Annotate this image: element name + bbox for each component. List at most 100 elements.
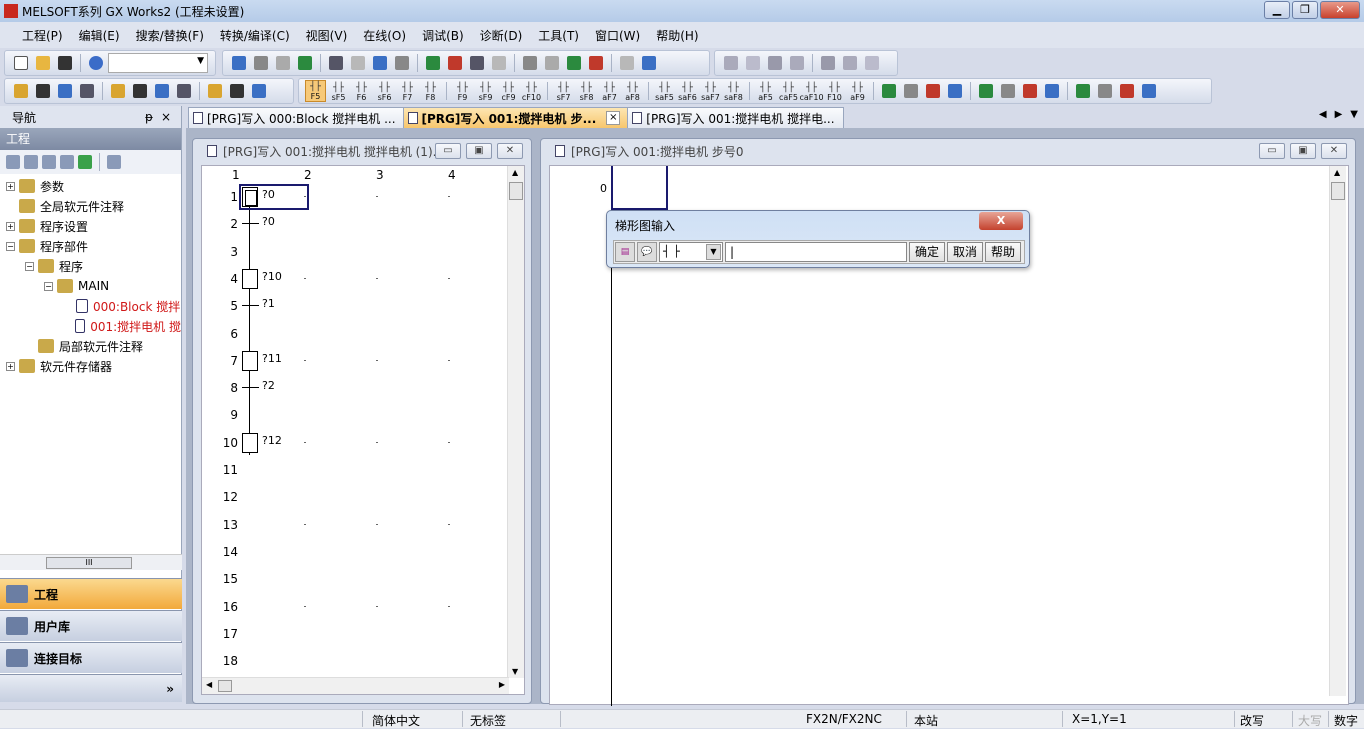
toolbar-button-icon[interactable] [520,53,540,73]
toolbar-button-icon[interactable] [152,81,172,101]
toolbar-button-icon[interactable] [11,81,31,101]
toolbar-button-icon[interactable] [818,53,838,73]
ladder-symbol-button[interactable]: F9 [452,80,473,102]
sfc-transition[interactable] [242,223,259,225]
expand-icon[interactable]: + [6,181,15,191]
toolbar-button-icon[interactable] [743,53,763,73]
expand-icon[interactable]: + [6,221,15,231]
ladder-symbol-button[interactable]: aF5 [755,80,776,102]
tab-program[interactable]: [PRG]写入 001:搅拌电机 步... × [402,107,630,128]
ok-button[interactable]: 确定 [909,242,946,262]
paste-icon[interactable] [42,155,56,169]
ladder-symbol-button[interactable]: sF6 [374,80,395,102]
sfc-diagram[interactable]: ▲ ▼ ◀ ▶ 1 2 3 4 1 ?0 2 ?0 3 4 ?10 5 ?1 6 7 ?11 8 ?2 9 10 ?12 11… [201,165,525,695]
menu-item[interactable]: 搜索/替换(F) [128,27,212,44]
nav-button-user-library[interactable]: 用户库 [0,610,182,641]
menu-item[interactable]: 工具(T) [530,27,587,44]
device-list-icon[interactable]: ▤ [615,242,635,262]
menu-item[interactable]: 窗口(W) [587,27,648,44]
toolbar-button-icon[interactable] [1117,81,1137,101]
ladder-symbol-button[interactable]: saF6 [677,80,698,102]
filter-icon[interactable] [107,155,121,169]
sfc-row[interactable]: 17 [202,621,524,648]
refresh-icon[interactable] [78,155,92,169]
toolbar-button-icon[interactable] [392,53,412,73]
toolbar-button-icon[interactable] [326,53,346,73]
menu-item[interactable]: 转换/编译(C) [212,27,298,44]
ladder-symbol-button[interactable]: F10 [824,80,845,102]
ladder-symbol-button[interactable]: sF7 [553,80,574,102]
toolbar-button-icon[interactable] [130,81,150,101]
toolbar-button-icon[interactable] [1139,81,1159,101]
ladder-symbol-button[interactable]: sF8 [576,80,597,102]
expand-icon[interactable]: − [6,241,15,251]
save-icon[interactable] [55,53,75,73]
tree-item[interactable]: 001:搅拌电机 搅 [0,316,181,336]
toolbar-button-icon[interactable] [840,53,860,73]
tree-item[interactable]: 局部软元件注释 [0,336,181,356]
tree-item[interactable]: − 程序 [0,256,181,276]
toolbar-button-icon[interactable] [1020,81,1040,101]
toolbar-button-icon[interactable] [77,81,97,101]
comment-icon[interactable]: 💬 [637,242,657,262]
toolbar-button-icon[interactable] [1073,81,1093,101]
copy-icon[interactable] [24,155,38,169]
pin-icon[interactable]: ᵽ [145,110,153,124]
vertical-scrollbar[interactable]: ▲ [1329,166,1346,696]
sfc-step-box[interactable] [242,350,258,371]
toolbar-button-icon[interactable] [564,53,584,73]
toolbar-button-icon[interactable] [227,81,247,101]
ladder-symbol-button[interactable]: F7 [397,80,418,102]
ladder-symbol-button[interactable]: saF8 [723,80,744,102]
tab-scroll-icon[interactable]: ▼ [1350,109,1358,120]
dialog-close-button[interactable]: X [979,212,1023,230]
horizontal-scrollbar[interactable]: ◀ ▶ [202,677,509,694]
sfc-row[interactable]: 18 [202,648,524,675]
sfc-transition[interactable] [242,387,259,389]
horizontal-scrollbar[interactable]: III [0,554,182,570]
toolbar-button-icon[interactable] [765,53,785,73]
expand-icon[interactable]: − [25,261,34,271]
menu-item[interactable]: 视图(V) [298,27,356,44]
toolbar-button-icon[interactable] [945,81,965,101]
more-buttons[interactable]: » [0,674,182,702]
sfc-row[interactable]: 8 ?2 [202,375,524,402]
help-icon[interactable] [86,53,106,73]
sfc-row[interactable]: 10 ?12 [202,430,524,457]
sfc-row[interactable]: 1 ?0 [202,184,524,211]
toolbar-button-icon[interactable] [901,81,921,101]
tree-item[interactable]: 全局软元件注释 [0,196,181,216]
ladder-symbol-button[interactable]: sF9 [475,80,496,102]
sfc-row[interactable]: 6 [202,321,524,348]
ladder-symbol-button[interactable]: sF5 [328,80,349,102]
sfc-row[interactable]: 9 [202,402,524,429]
toolbar-button-icon[interactable] [33,81,53,101]
toolbar-button-icon[interactable] [617,53,637,73]
sfc-step-box[interactable] [242,432,258,453]
toolbar-button-icon[interactable] [55,81,75,101]
toolbar-button-icon[interactable] [998,81,1018,101]
ladder-symbol-button[interactable]: F5 [305,80,326,102]
nav-button-project[interactable]: 工程 [0,578,182,609]
sfc-row[interactable]: 3 [202,239,524,266]
ladder-symbol-button[interactable]: F6 [351,80,372,102]
toolbar-button-icon[interactable] [249,81,269,101]
toolbar-button-icon[interactable] [174,81,194,101]
tree-item[interactable]: + 软元件存储器 [0,356,181,376]
sfc-row[interactable]: 7 ?11 [202,348,524,375]
toolbar-button-icon[interactable] [445,53,465,73]
toolbar-button-icon[interactable] [205,81,225,101]
sfc-step-box[interactable] [242,268,258,289]
toolbar-button-icon[interactable] [423,53,443,73]
menu-item[interactable]: 帮助(H) [648,27,706,44]
sfc-row[interactable]: 14 [202,539,524,566]
ladder-symbol-button[interactable]: caF5 [778,80,799,102]
ladder-symbol-button[interactable]: aF9 [847,80,868,102]
minimize-button[interactable]: ▁ [1264,1,1290,19]
toolbar-button-icon[interactable] [862,53,882,73]
help-button[interactable]: 帮助 [985,242,1022,262]
ladder-symbol-button[interactable]: F8 [420,80,441,102]
new-file-icon[interactable] [11,53,31,73]
open-icon[interactable] [33,53,53,73]
tab-program[interactable]: [PRG]写入 000:Block 搅拌电机 ... [188,107,405,128]
